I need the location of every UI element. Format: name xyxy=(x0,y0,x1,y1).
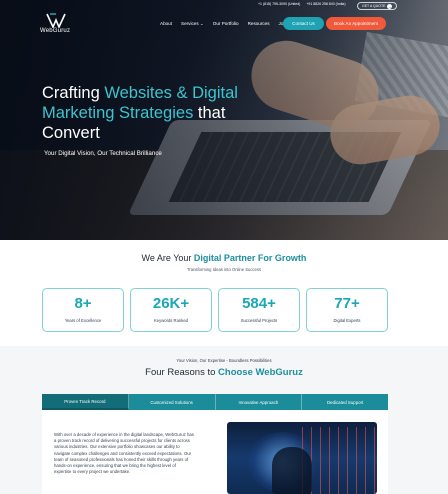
reasons-tabs: Proven Track Record Customized Solutions… xyxy=(42,394,388,410)
webguruz-logo-icon xyxy=(46,13,66,28)
stat-card: 77+ Digital Experts xyxy=(306,288,388,332)
stat-label: Successful Projects xyxy=(240,318,278,323)
tab-customized-solutions[interactable]: Customized Solutions xyxy=(129,394,216,410)
arrow-right-icon: → xyxy=(387,3,393,9)
nav-item-about[interactable]: About xyxy=(160,21,172,27)
stat-label: Years of Excellence xyxy=(64,318,102,323)
book-appointment-button[interactable]: Book An Appointment xyxy=(326,17,386,30)
tab-panel-image xyxy=(227,422,377,494)
phone-in[interactable]: +91 8826 258 840 (India) xyxy=(306,2,345,6)
tab-innovative-approach[interactable]: Innovative Approach xyxy=(216,394,303,410)
stat-card: 584+ Successful Projects xyxy=(218,288,300,332)
get-quote-button[interactable]: GET A QUOTE → xyxy=(357,2,398,10)
stat-value: 8+ xyxy=(74,295,92,312)
chevron-down-icon: ⌄ xyxy=(198,21,204,26)
stat-value: 77+ xyxy=(334,295,360,312)
partner-title-text: We Are Your xyxy=(141,253,194,263)
brand-logo[interactable]: WebGuruz xyxy=(40,13,72,37)
image-person-silhouette xyxy=(272,447,312,494)
nav-item-label: Services xyxy=(181,21,199,26)
stat-label: Digital Experts xyxy=(333,318,361,323)
phone-us[interactable]: +1 (818) 795-3090 (United) xyxy=(258,2,300,6)
brand-name: WebGuruz xyxy=(40,28,71,34)
contact-phones: +1 (818) 795-3090 (United) +91 8826 258 … xyxy=(258,2,346,6)
stat-card: 8+ Years of Excellence xyxy=(42,288,124,332)
nav-item-services[interactable]: Services ⌄ xyxy=(181,21,204,27)
partner-title-accent: Digital Partner For Growth xyxy=(193,253,307,263)
reasons-title-text: Four Reasons to xyxy=(145,367,219,378)
hero-title-text: Crafting xyxy=(42,84,105,102)
nav-item-portfolio[interactable]: Our Portfolio xyxy=(213,21,239,27)
stat-card: 26K+ Keywords Ranked xyxy=(130,288,212,332)
stat-value: 584+ xyxy=(242,295,276,312)
partner-title: We Are Your Digital Partner For Growth xyxy=(0,253,448,263)
get-quote-label: GET A QUOTE xyxy=(362,4,386,8)
partner-subtitle: Transforming Ideas into Online Success xyxy=(186,267,262,272)
contact-us-button[interactable]: Contact Us xyxy=(283,17,324,30)
reasons-title: Four Reasons to Choose WebGuruz xyxy=(0,367,448,378)
hero-section: +1 (818) 795-3090 (United) +91 8826 258 … xyxy=(0,0,448,240)
tab-dedicated-support[interactable]: Dedicated Support xyxy=(302,394,388,410)
hero-subtitle: Your Digital Vision, Our Technical Brill… xyxy=(44,150,162,157)
nav-item-resources[interactable]: Resources xyxy=(248,21,270,27)
tab-panel-text: With over a decade of experience in the … xyxy=(54,432,194,475)
stat-label: Keywords Ranked xyxy=(154,318,188,323)
tab-panel: With over a decade of experience in the … xyxy=(42,410,388,494)
reasons-title-accent: Choose WebGuruz xyxy=(218,367,303,378)
hero-title: Crafting Websites & Digital Marketing St… xyxy=(42,83,282,143)
main-nav: About Services ⌄ Our Portfolio Resources… xyxy=(160,21,294,27)
stat-value: 26K+ xyxy=(152,295,190,312)
tab-proven-track-record[interactable]: Proven Track Record xyxy=(42,394,129,410)
reasons-tagline: Your Vision, Our Expertise - Boundless P… xyxy=(176,358,272,363)
